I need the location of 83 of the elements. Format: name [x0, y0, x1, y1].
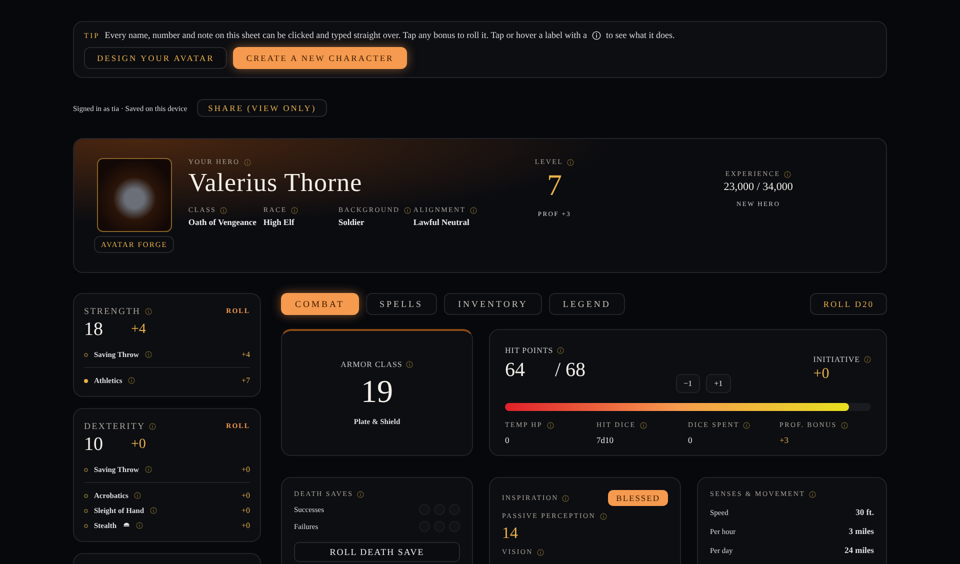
- info-icon: [536, 548, 544, 556]
- skill-bonus[interactable]: +0: [241, 491, 250, 500]
- proficiency-dot[interactable]: [84, 378, 88, 382]
- sense-value[interactable]: 24 miles: [844, 545, 874, 555]
- info-icon: [149, 422, 156, 430]
- field-value[interactable]: Soldier: [338, 217, 414, 227]
- hero-name[interactable]: Valerius Thorne: [188, 168, 498, 198]
- inspiration-badge[interactable]: BLESSED: [608, 490, 668, 506]
- info-icon: [784, 170, 792, 178]
- info-icon: [220, 206, 228, 214]
- field-value[interactable]: Lawful Neutral: [413, 217, 498, 227]
- proficiency-dot[interactable]: [84, 508, 88, 512]
- tab[interactable]: LEGEND: [548, 293, 625, 315]
- decrease-hp-button[interactable]: −1: [676, 374, 700, 393]
- skill-bonus[interactable]: +7: [241, 376, 250, 385]
- tab[interactable]: INVENTORY: [444, 293, 542, 315]
- info-icon: [404, 206, 411, 214]
- share-button[interactable]: SHARE (VIEW ONLY): [197, 99, 328, 117]
- ability-name: STRENGTH: [84, 306, 141, 316]
- info-icon: [809, 490, 816, 498]
- max-hp[interactable]: / 68: [555, 360, 586, 380]
- ability-modifier[interactable]: +0: [131, 438, 146, 452]
- skill-bonus[interactable]: +0: [241, 521, 250, 530]
- info-icon: [557, 347, 564, 354]
- half-circle-icon: [122, 522, 130, 529]
- info-icon: [600, 512, 606, 520]
- ability-score: 10: [84, 435, 103, 454]
- sense-value[interactable]: 3 miles: [848, 526, 874, 536]
- proficiency-dot[interactable]: [84, 468, 88, 472]
- skill-bonus[interactable]: +0: [241, 465, 250, 474]
- ability-name: DEXTERITY: [84, 421, 146, 431]
- armor-label: ARMOR CLASS: [340, 360, 402, 369]
- info-icon: [244, 158, 251, 166]
- tip-text: Every name, number and note on this sheet can be clicked and typed straight over. Tap any bonus to roll it. Tap or hover a label with a: [104, 30, 588, 40]
- tab[interactable]: SPELLS: [366, 293, 438, 315]
- info-icon: [743, 422, 750, 428]
- stat-value[interactable]: 0: [688, 435, 780, 445]
- info-icon: [406, 361, 414, 368]
- info-icon: [150, 507, 158, 514]
- armor-value[interactable]: 19: [361, 375, 393, 407]
- info-icon: [357, 490, 364, 498]
- increase-hp-button[interactable]: +1: [706, 374, 731, 393]
- level-value[interactable]: 7: [547, 171, 562, 201]
- hit-points-label: HIT POINTS: [505, 346, 554, 355]
- ability-score: 18: [84, 320, 103, 339]
- roll-d20-button[interactable]: ROLL D20: [810, 293, 887, 315]
- experience-value[interactable]: 23,000 / 34,000: [724, 182, 793, 193]
- info-icon: [592, 30, 602, 40]
- stat-value[interactable]: 7d10: [596, 435, 688, 445]
- info-icon: [864, 356, 871, 363]
- tip-text-end: to see what it does.: [606, 30, 675, 40]
- info-icon: [136, 522, 142, 529]
- info-icon: [840, 422, 848, 428]
- info-icon: [562, 494, 570, 502]
- initiative-label: INITIATIVE: [813, 355, 860, 364]
- field-value[interactable]: Oath of Vengeance: [188, 217, 264, 227]
- info-icon: [640, 422, 647, 428]
- field-value[interactable]: High Elf: [263, 217, 338, 227]
- skill-bonus[interactable]: +0: [241, 506, 250, 515]
- sense-value[interactable]: 30 ft.: [856, 507, 874, 517]
- info-icon: [546, 422, 554, 428]
- skill-bonus[interactable]: +4: [241, 350, 250, 359]
- info-icon: [128, 377, 136, 384]
- info-icon: [470, 206, 477, 214]
- current-hp[interactable]: 64: [505, 360, 525, 380]
- info-icon: [567, 158, 574, 166]
- create-character-button[interactable]: CREATE A NEW CHARACTER: [233, 47, 407, 69]
- stat-value[interactable]: +3: [780, 435, 871, 445]
- roll-death-save-button[interactable]: ROLL DEATH SAVE: [294, 542, 460, 562]
- info-icon: [144, 351, 152, 358]
- proficiency-dot[interactable]: [84, 352, 88, 356]
- initiative-value[interactable]: +0: [813, 367, 871, 382]
- info-icon: [290, 206, 298, 214]
- info-icon: [144, 308, 152, 314]
- proficiency-dot[interactable]: [84, 494, 88, 498]
- design-avatar-button[interactable]: DESIGN YOUR AVATAR: [84, 47, 228, 69]
- tab[interactable]: COMBAT: [281, 293, 359, 315]
- proficiency-dot[interactable]: [84, 524, 88, 528]
- info-icon: [144, 466, 152, 473]
- ability-modifier[interactable]: +4: [131, 322, 146, 336]
- passive-perception-value[interactable]: 14: [502, 526, 668, 542]
- stat-value[interactable]: 0: [505, 435, 596, 445]
- info-icon: [134, 492, 142, 499]
